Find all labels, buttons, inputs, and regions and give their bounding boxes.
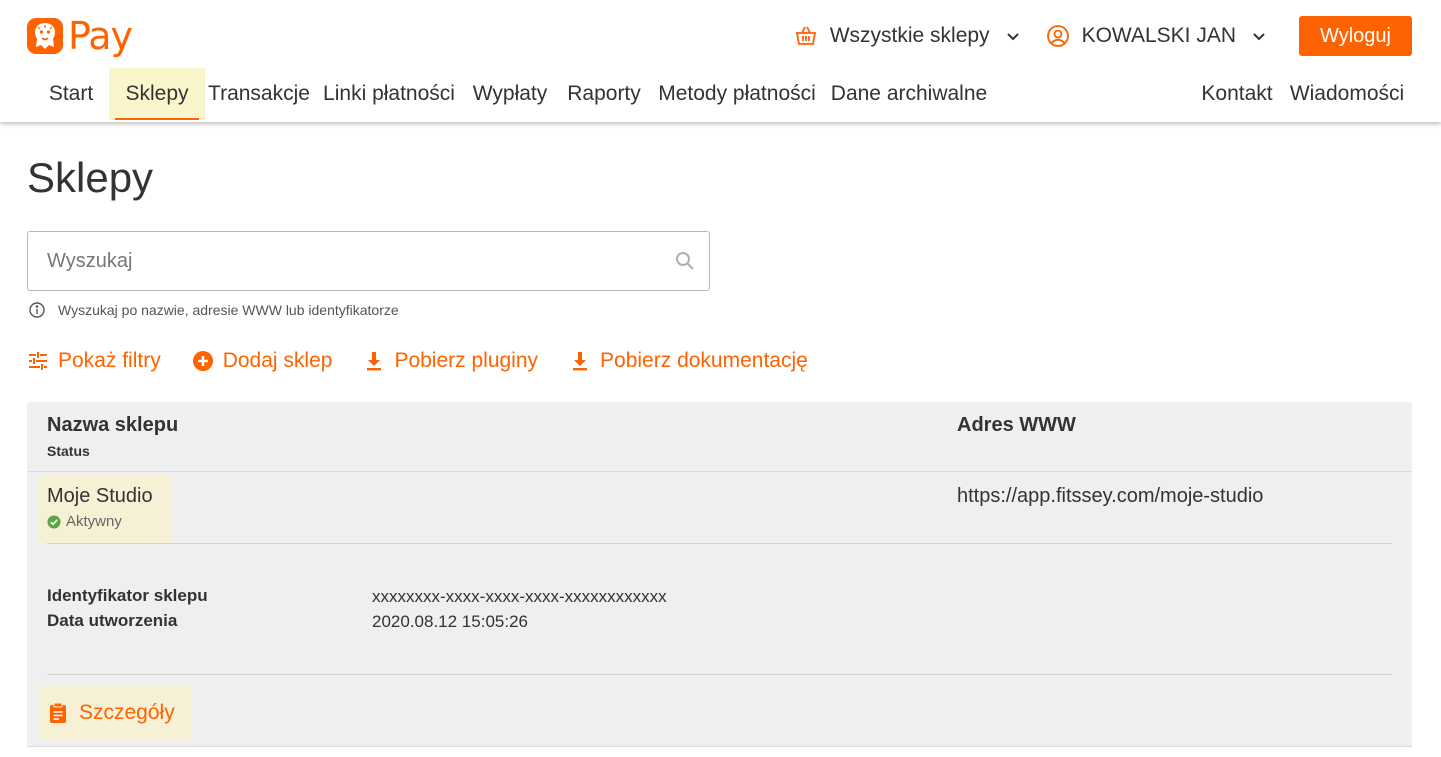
- search-box: [27, 231, 710, 291]
- nav-item-start[interactable]: Start: [39, 68, 103, 120]
- user-name-label: KOWALSKI JAN: [1081, 24, 1236, 47]
- plus-circle-icon: [192, 350, 214, 372]
- nav-item-dane-archiwalne[interactable]: Dane archiwalne: [829, 68, 989, 120]
- download-icon: [569, 350, 591, 372]
- nav-item-wyplaty[interactable]: Wypłaty: [467, 68, 553, 120]
- nav-item-kontakt[interactable]: Kontakt: [1196, 68, 1278, 120]
- main-navigation: Start Sklepy Transakcje Linki płatności …: [0, 68, 1441, 120]
- nav-item-raporty[interactable]: Raporty: [563, 68, 645, 120]
- search-hint-text: Wyszukaj po nazwie, adresie WWW lub iden…: [58, 302, 399, 318]
- download-plugins-label: Pobierz pluginy: [394, 349, 539, 372]
- basket-icon: [794, 24, 818, 48]
- shop-id-value: xxxxxxxx-xxxx-xxxx-xxxx-xxxxxxxxxxxx: [372, 587, 667, 606]
- shop-name[interactable]: Moje Studio: [47, 485, 153, 508]
- download-docs-button[interactable]: Pobierz dokumentację: [569, 349, 808, 373]
- check-circle-icon: [47, 515, 61, 528]
- status-text: Aktywny: [66, 513, 122, 530]
- clipboard-icon: [49, 702, 67, 724]
- chevron-down-icon: [1006, 29, 1020, 43]
- filter-sliders-icon: [27, 350, 49, 372]
- add-shop-label: Dodaj sklep: [222, 349, 333, 372]
- status-badge: Aktywny: [47, 513, 122, 530]
- ing-pay-logo[interactable]: Pay: [27, 14, 133, 58]
- details-button[interactable]: Szczegóły: [39, 686, 191, 740]
- lion-logo-icon: [27, 18, 63, 54]
- show-filters-label: Pokaż filtry: [58, 349, 161, 372]
- download-docs-label: Pobierz dokumentację: [600, 349, 808, 372]
- row-divider: [47, 543, 1392, 544]
- details-button-label: Szczegóły: [79, 701, 175, 724]
- created-date-label: Data utworzenia: [47, 611, 178, 630]
- chevron-down-icon: [1252, 29, 1266, 43]
- header-controls: Wszystkie sklepy KOWALSKI JAN Wyloguj: [794, 16, 1412, 56]
- logo-text: Pay: [68, 14, 133, 58]
- nav-item-linki-platnosci[interactable]: Linki płatności: [320, 68, 458, 120]
- nav-item-metody-platnosci[interactable]: Metody płatności: [654, 68, 820, 120]
- info-icon: [29, 302, 45, 318]
- details-divider: [47, 674, 1392, 675]
- column-header-name[interactable]: Nazwa sklepu: [47, 414, 178, 437]
- top-header: Pay Wszystkie sklepy KOWALSKI JAN Wylogu…: [0, 0, 1441, 122]
- shop-selector-dropdown[interactable]: Wszystkie sklepy: [794, 24, 1020, 48]
- column-header-www[interactable]: Adres WWW: [957, 414, 1076, 437]
- header-divider: [27, 471, 1412, 472]
- shop-url: https://app.fitssey.com/moje-studio: [957, 485, 1264, 507]
- table-bottom-divider: [27, 746, 1412, 747]
- nav-item-wiadomosci[interactable]: Wiadomości: [1286, 68, 1408, 120]
- page-title: Sklepy: [27, 154, 154, 201]
- shop-selector-label: Wszystkie sklepy: [829, 24, 990, 47]
- user-menu-dropdown[interactable]: KOWALSKI JAN: [1046, 24, 1266, 48]
- user-circle-icon: [1046, 24, 1070, 48]
- search-input[interactable]: [28, 232, 648, 290]
- nav-item-transakcje[interactable]: Transakcje: [207, 68, 311, 120]
- search-icon[interactable]: [675, 251, 695, 271]
- created-date-value: 2020.08.12 15:05:26: [372, 612, 528, 631]
- show-filters-button[interactable]: Pokaż filtry: [27, 349, 161, 373]
- column-header-status: Status: [47, 443, 90, 459]
- logout-button[interactable]: Wyloguj: [1299, 16, 1412, 56]
- nav-item-sklepy[interactable]: Sklepy: [109, 68, 205, 120]
- shop-id-label: Identyfikator sklepu: [47, 586, 208, 605]
- actions-bar: Pokaż filtry Dodaj sklep Pobierz pluginy…: [27, 346, 839, 376]
- download-plugins-button[interactable]: Pobierz pluginy: [363, 349, 538, 373]
- add-shop-button[interactable]: Dodaj sklep: [192, 349, 333, 373]
- search-hint: Wyszukaj po nazwie, adresie WWW lub iden…: [29, 302, 399, 318]
- download-icon: [363, 350, 385, 372]
- shops-table: Nazwa sklepu Status Adres WWW Moje Studi…: [27, 402, 1412, 747]
